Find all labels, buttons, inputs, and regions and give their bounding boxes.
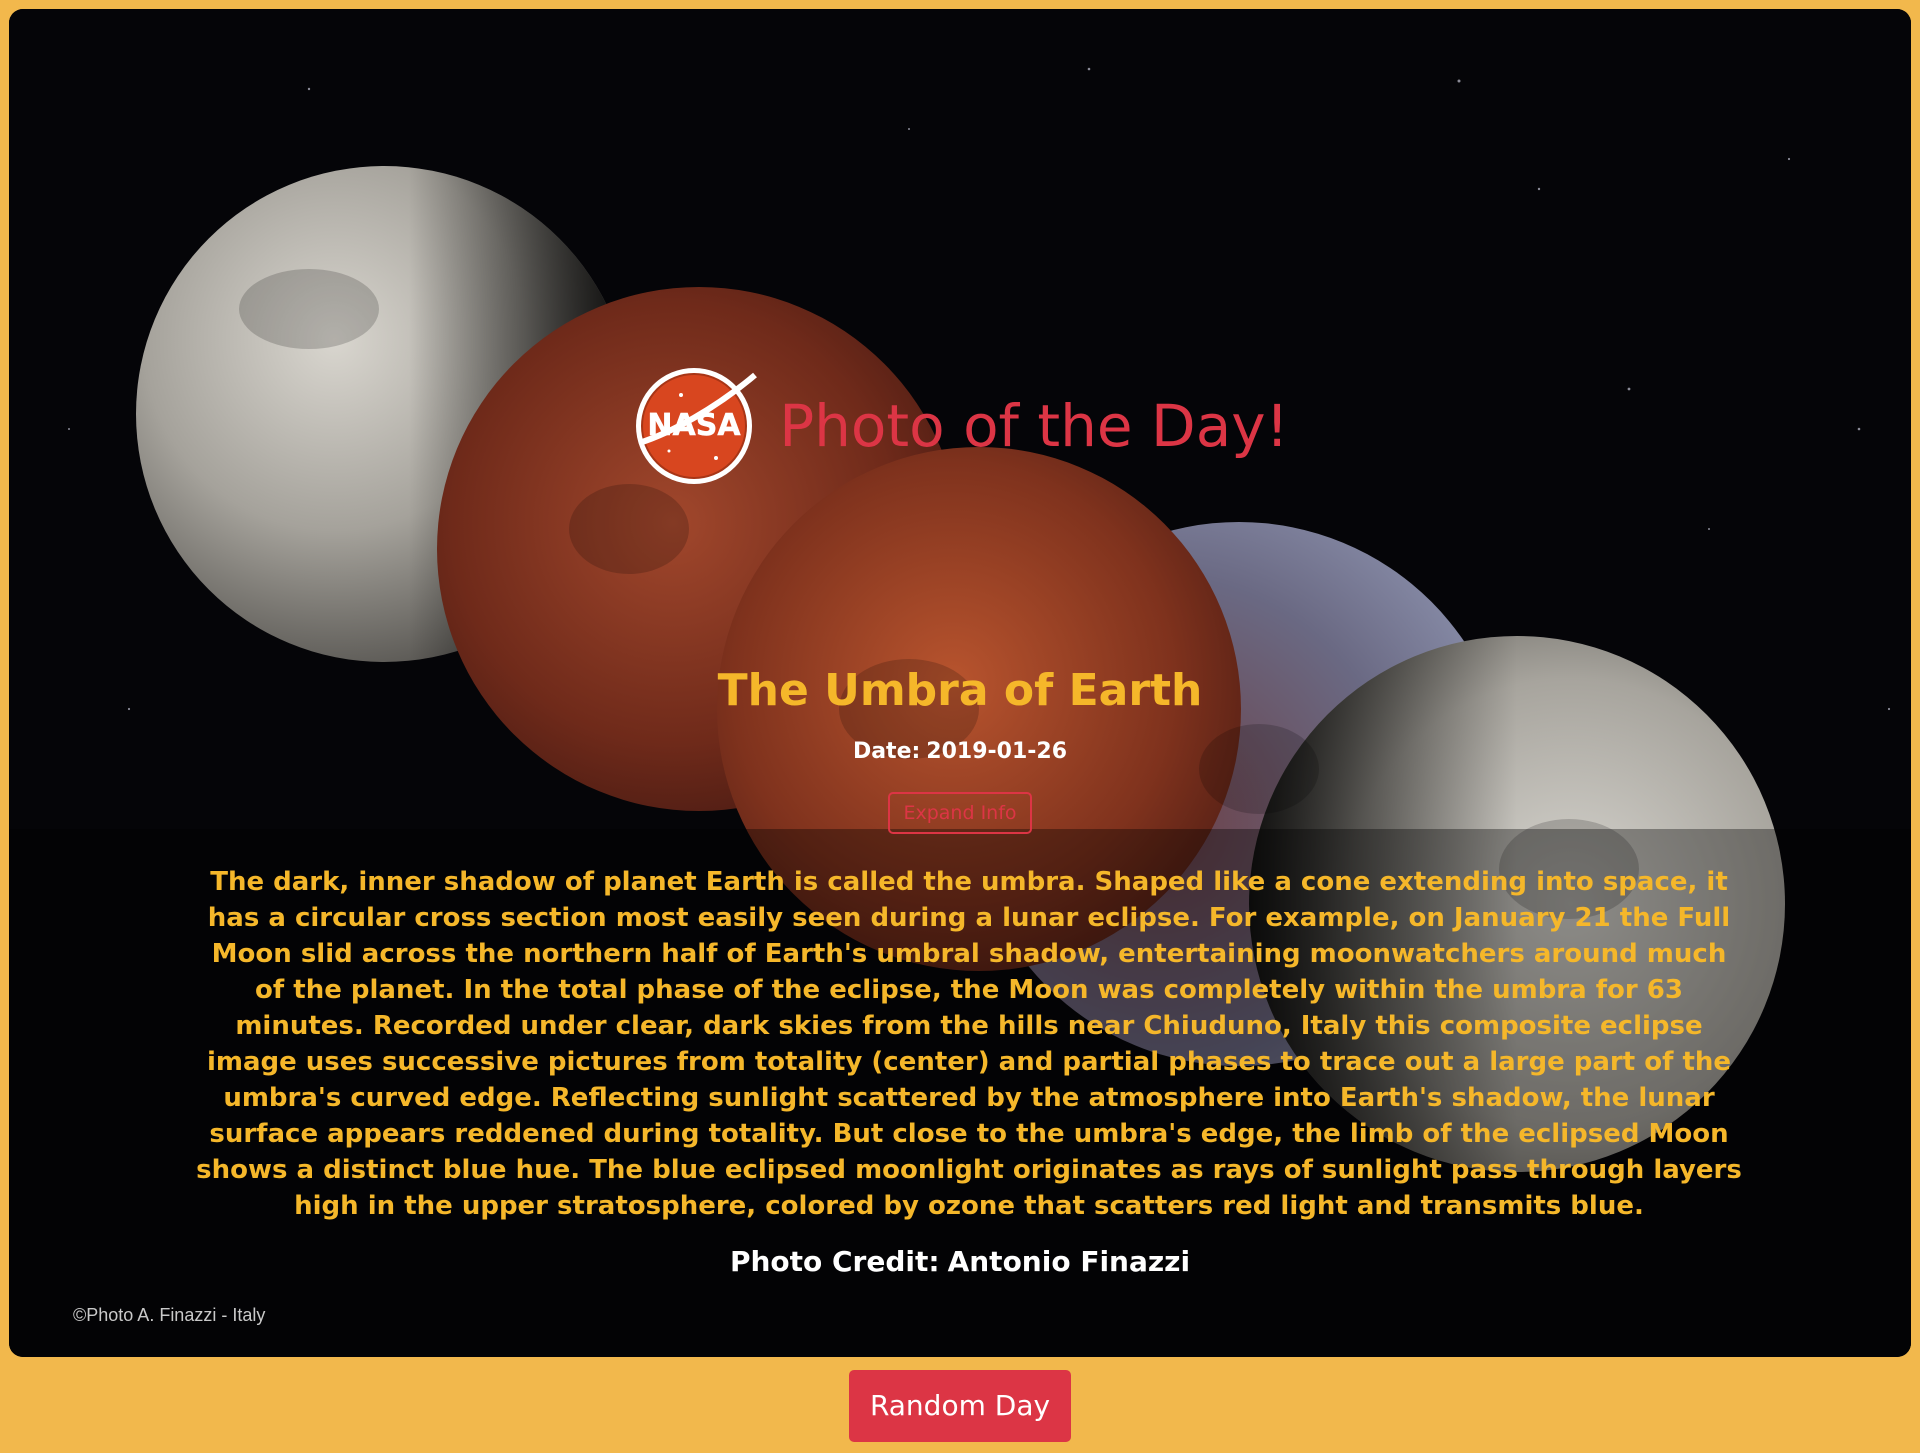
page-title: Photo of the Day! [779, 392, 1289, 460]
photo-date: Date: 2019-01-26 [9, 739, 1911, 764]
svg-text:NASA: NASA [648, 408, 742, 443]
content-overlay: NASA Photo of the Day! The Umbra of Eart… [9, 9, 1911, 1357]
credit-label: Photo Credit: [729, 1245, 940, 1278]
nasa-logo: NASA [636, 368, 758, 484]
photo-credit: Photo Credit: Antonio Finazzi [9, 1245, 1911, 1278]
credit-value: Antonio Finazzi [947, 1245, 1191, 1278]
expand-wrap: Expand Info [9, 792, 1911, 834]
page-header: NASA Photo of the Day! [9, 363, 1911, 489]
date-label: Date: [852, 739, 921, 764]
random-day-button[interactable]: Random Day [849, 1370, 1071, 1442]
photo-title: The Umbra of Earth [717, 665, 1203, 716]
photo-explanation: The dark, inner shadow of planet Earth i… [196, 867, 1742, 1221]
footer: Random Day [0, 1370, 1920, 1442]
photo-watermark: ©Photo A. Finazzi - Italy [73, 1305, 266, 1325]
apod-card: NASA Photo of the Day! The Umbra of Eart… [9, 9, 1911, 1357]
expand-info-button[interactable]: Expand Info [888, 792, 1032, 834]
date-value: 2019-01-26 [926, 739, 1068, 764]
